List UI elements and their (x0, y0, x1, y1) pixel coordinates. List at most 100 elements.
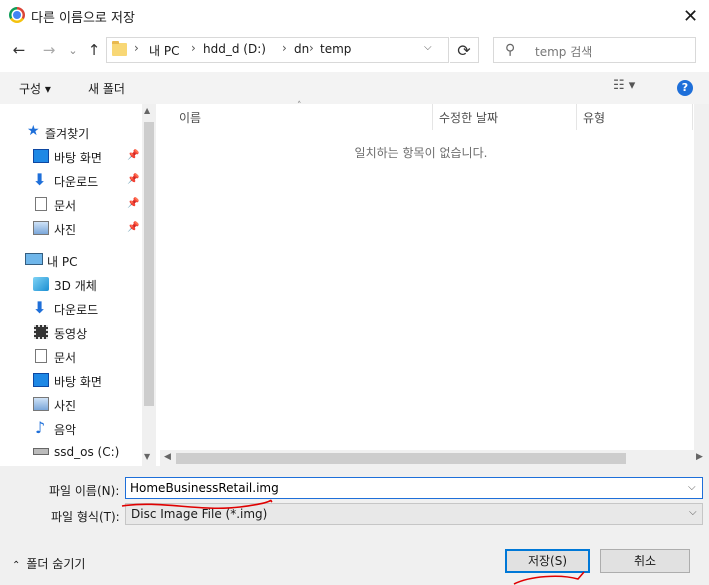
filetype-label: 파일 형식(T): (51, 510, 120, 524)
breadcrumb-this-pc[interactable]: 내 PC (149, 42, 179, 59)
pin-icon: 📌 (127, 222, 140, 233)
save-button[interactable]: 저장(S) (505, 549, 590, 573)
scroll-left-icon[interactable]: ◀ (164, 452, 171, 462)
search-icon: ⚲ (505, 42, 516, 58)
title-bar: 다른 이름으로 저장 ✕ (0, 0, 709, 32)
pictures-icon (33, 397, 49, 411)
breadcrumb-separator: › (282, 41, 287, 55)
film-icon (34, 325, 48, 339)
nav-label: 내 PC (47, 255, 78, 269)
desktop-icon (33, 149, 49, 163)
column-name[interactable]: 이름 (179, 109, 201, 126)
scroll-up-icon[interactable]: ▲ (144, 106, 150, 115)
nav-label: 사진 (54, 399, 77, 413)
column-type[interactable]: 유형 (583, 109, 605, 126)
nav-label: 다운로드 (54, 303, 99, 317)
refresh-button[interactable]: ⟳ (450, 37, 479, 63)
hide-folders-label: 폴더 숨기기 (26, 557, 86, 571)
window-title: 다른 이름으로 저장 (31, 11, 135, 26)
search-box[interactable]: ⚲ temp 검색 (493, 37, 696, 63)
nav-label: 3D 개체 (54, 279, 97, 293)
chevron-up-icon: ⌃ (12, 560, 21, 571)
forward-arrow-icon[interactable]: → (38, 38, 60, 62)
document-icon (35, 197, 47, 211)
back-arrow-icon[interactable]: ← (8, 38, 30, 62)
nav-label: 사진 (54, 223, 77, 237)
nav-this-pc[interactable]: 내 PC (0, 249, 140, 271)
navigation-pane: ★ 즐겨찾기 바탕 화면 📌 ⬇ 다운로드 📌 문서 📌 사진 📌 내 PC 3… (0, 104, 156, 466)
view-options-button[interactable]: ☷ ▾ (613, 78, 635, 93)
address-bar[interactable]: › 내 PC › hdd_d (D:) › dn › temp ⌵ (106, 37, 449, 63)
pin-icon: 📌 (127, 150, 140, 161)
chevron-down-icon: ⌵ (689, 507, 697, 518)
nav-label: 동영상 (54, 327, 88, 341)
nav-item-drive-c[interactable]: ssd_os (C:) (0, 441, 140, 463)
nav-label: 바탕 화면 (54, 151, 102, 165)
download-arrow-icon: ⬇ (33, 298, 47, 317)
nav-item-pc-pictures[interactable]: 사진 (0, 393, 140, 415)
pin-icon: 📌 (127, 198, 140, 209)
nav-item-downloads[interactable]: ⬇ 다운로드 📌 (0, 169, 140, 191)
file-list-vertical-scrollbar[interactable] (694, 104, 709, 466)
music-note-icon: ♪ (35, 418, 46, 437)
recent-locations-chevron-icon[interactable]: ⌄ (62, 38, 84, 62)
pictures-icon (33, 221, 49, 235)
nav-scrollbar-thumb[interactable] (144, 122, 154, 406)
desktop-icon (33, 373, 49, 387)
column-divider[interactable] (432, 104, 433, 130)
nav-item-pc-downloads[interactable]: ⬇ 다운로드 (0, 297, 140, 319)
nav-item-pc-desktop[interactable]: 바탕 화면 (0, 369, 140, 391)
nav-quick-access[interactable]: ★ 즐겨찾기 (0, 121, 140, 143)
close-button[interactable]: ✕ (672, 0, 709, 32)
search-placeholder: temp 검색 (535, 45, 593, 59)
new-folder-button[interactable]: 새 폴더 (88, 80, 125, 97)
computer-icon (25, 253, 43, 265)
chevron-down-icon[interactable]: ⌵ (688, 482, 696, 493)
help-icon[interactable]: ? (677, 80, 693, 96)
organize-button[interactable]: 구성 ▾ (19, 80, 51, 97)
cancel-button[interactable]: 취소 (600, 549, 690, 573)
nav-item-documents[interactable]: 문서 📌 (0, 193, 140, 215)
breadcrumb-separator: › (191, 41, 196, 55)
breadcrumb-separator: › (309, 41, 314, 55)
up-arrow-icon[interactable]: ↑ (83, 38, 105, 62)
scroll-down-icon[interactable]: ▼ (144, 452, 150, 461)
pin-icon: 📌 (127, 174, 140, 185)
scroll-right-icon[interactable]: ▶ (696, 452, 703, 462)
breadcrumb-separator: › (134, 41, 139, 55)
nav-label: 문서 (54, 199, 77, 213)
nav-item-desktop[interactable]: 바탕 화면 📌 (0, 145, 140, 167)
filename-label: 파일 이름(N): (49, 484, 120, 498)
chrome-icon (9, 7, 25, 23)
download-arrow-icon: ⬇ (33, 170, 47, 189)
column-divider[interactable] (576, 104, 577, 130)
document-icon (35, 349, 47, 363)
empty-folder-message: 일치하는 항목이 없습니다. (354, 146, 488, 160)
column-date-modified[interactable]: 수정한 날짜 (439, 109, 498, 126)
drive-icon (33, 448, 49, 455)
breadcrumb-temp[interactable]: temp (320, 42, 351, 56)
nav-label: 음악 (54, 423, 77, 437)
nav-item-pc-documents[interactable]: 문서 (0, 345, 140, 367)
nav-item-videos[interactable]: 동영상 (0, 321, 140, 343)
nav-item-3d-objects[interactable]: 3D 개체 (0, 273, 140, 295)
column-headers: ˄ 이름 수정한 날짜 유형 크 (160, 101, 709, 130)
nav-label: 다운로드 (54, 175, 99, 189)
column-divider[interactable] (692, 104, 693, 130)
toolbar: 구성 ▾ 새 폴더 ☷ ▾ ? (0, 72, 709, 104)
breadcrumb-drive-d[interactable]: hdd_d (D:) (203, 42, 266, 56)
nav-item-pictures[interactable]: 사진 📌 (0, 217, 140, 239)
folder-icon (112, 41, 127, 56)
filetype-select[interactable]: Disc Image File (*.img) ⌵ (125, 503, 703, 525)
hide-folders-button[interactable]: ⌃ 폴더 숨기기 (12, 555, 85, 572)
chevron-down-icon[interactable]: ⌵ (424, 42, 432, 53)
nav-label: ssd_os (C:) (54, 445, 120, 459)
filename-input[interactable] (125, 477, 703, 499)
nav-label: 문서 (54, 351, 77, 365)
nav-label: 즐겨찾기 (45, 127, 90, 141)
nav-item-music[interactable]: ♪ 음악 (0, 417, 140, 439)
horizontal-scrollbar-thumb[interactable] (176, 453, 626, 464)
filetype-value: Disc Image File (*.img) (131, 507, 268, 521)
nav-label: 바탕 화면 (54, 375, 102, 389)
breadcrumb-dn[interactable]: dn (294, 42, 309, 56)
